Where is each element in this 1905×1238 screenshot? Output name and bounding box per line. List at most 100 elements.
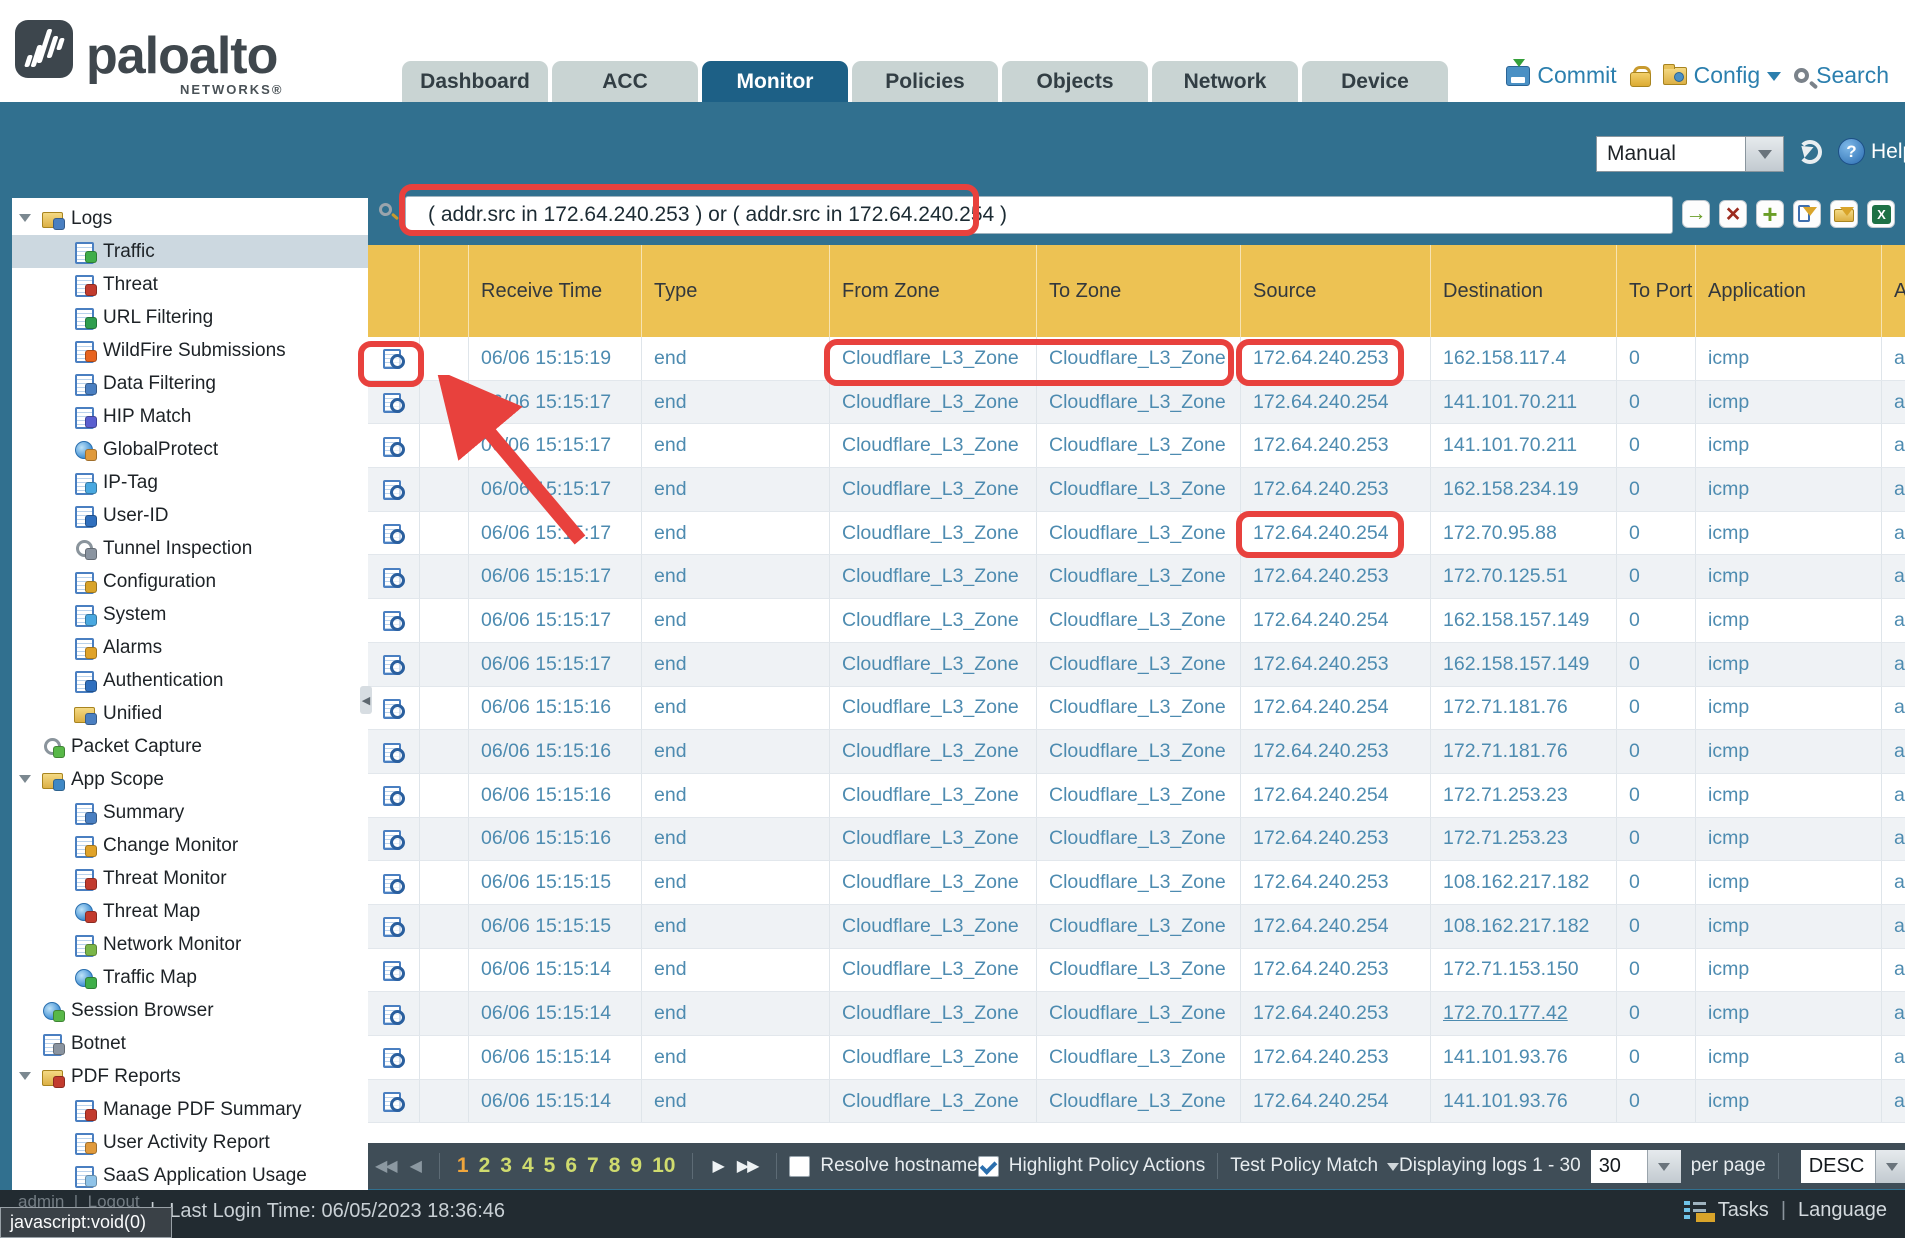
cell-action[interactable]: allow	[1881, 687, 1905, 730]
cell-type[interactable]: end	[641, 643, 829, 686]
cell-to_port[interactable]: 0	[1616, 468, 1695, 511]
cell-destination[interactable]: 141.101.93.76	[1430, 1080, 1616, 1123]
sort-order-select[interactable]: DESC	[1801, 1150, 1905, 1183]
cell-action[interactable]: allow	[1881, 774, 1905, 817]
sort-order-dropdown-button[interactable]	[1875, 1150, 1905, 1183]
cell-source[interactable]: 172.64.240.253	[1240, 424, 1430, 467]
cell-application[interactable]: icmp	[1695, 643, 1881, 686]
cell-source[interactable]: 172.64.240.254	[1240, 687, 1430, 730]
log-detail-icon[interactable]	[383, 1005, 404, 1023]
sidebar-item-url-filtering[interactable]: URL Filtering	[12, 301, 368, 334]
column-header-from-zone[interactable]: From Zone	[829, 245, 1036, 337]
cell-source[interactable]: 172.64.240.253	[1240, 861, 1430, 904]
sidebar-item-ip-tag[interactable]: IP-Tag	[12, 466, 368, 499]
log-detail-icon[interactable]	[383, 1092, 404, 1110]
cell-receive_time[interactable]: 06/06 15:15:17	[468, 381, 641, 424]
sidebar-item-authentication[interactable]: Authentication	[12, 664, 368, 697]
cell-destination[interactable]: 141.101.70.211	[1430, 424, 1616, 467]
apply-filter-icon[interactable]: →	[1682, 200, 1710, 228]
cell-source[interactable]: 172.64.240.254	[1240, 905, 1430, 948]
tab-objects[interactable]: Objects	[1002, 61, 1148, 102]
cell-to_zone[interactable]: Cloudflare_L3_Zone	[1036, 424, 1240, 467]
cell-to_port[interactable]: 0	[1616, 949, 1695, 992]
load-filter-icon[interactable]	[1830, 200, 1858, 228]
cell-destination[interactable]: 172.71.253.23	[1430, 818, 1616, 861]
column-header-to-port[interactable]: To Port	[1616, 245, 1695, 337]
cell-type[interactable]: end	[641, 555, 829, 598]
language-button[interactable]: Language	[1798, 1199, 1887, 1222]
cell-source[interactable]: 172.64.240.253	[1240, 555, 1430, 598]
cell-receive_time[interactable]: 06/06 15:15:17	[468, 599, 641, 642]
log-detail-icon[interactable]	[383, 830, 404, 848]
cell-to_zone[interactable]: Cloudflare_L3_Zone	[1036, 992, 1240, 1035]
cell-from_zone[interactable]: Cloudflare_L3_Zone	[829, 599, 1036, 642]
tree-expand-caret-icon[interactable]	[19, 214, 31, 228]
cell-to_port[interactable]: 0	[1616, 905, 1695, 948]
cell-type[interactable]: end	[641, 1036, 829, 1079]
cell-application[interactable]: icmp	[1695, 468, 1881, 511]
cell-action[interactable]: allow	[1881, 1080, 1905, 1123]
cell-application[interactable]: icmp	[1695, 774, 1881, 817]
cell-from_zone[interactable]: Cloudflare_L3_Zone	[829, 643, 1036, 686]
cell-type[interactable]: end	[641, 1080, 829, 1123]
cell-receive_time[interactable]: 06/06 15:15:17	[468, 512, 641, 555]
cell-to_port[interactable]: 0	[1616, 687, 1695, 730]
page-number-8[interactable]: 8	[609, 1154, 621, 1177]
sidebar-item-session-browser[interactable]: Session Browser	[12, 994, 368, 1027]
tab-acc[interactable]: ACC	[552, 61, 698, 102]
sidebar-item-user-id[interactable]: User-ID	[12, 499, 368, 532]
cell-application[interactable]: icmp	[1695, 337, 1881, 380]
cell-destination[interactable]: 172.71.181.76	[1430, 687, 1616, 730]
log-detail-icon[interactable]	[383, 786, 404, 804]
log-filter-input[interactable]	[405, 196, 1673, 234]
cell-destination[interactable]: 172.70.125.51	[1430, 555, 1616, 598]
cell-to_port[interactable]: 0	[1616, 555, 1695, 598]
sidebar-item-pdf-reports[interactable]: PDF Reports	[12, 1060, 368, 1093]
cell-receive_time[interactable]: 06/06 15:15:17	[468, 468, 641, 511]
cell-receive_time[interactable]: 06/06 15:15:14	[468, 949, 641, 992]
cell-destination[interactable]: 172.71.181.76	[1430, 730, 1616, 773]
column-header-receive-time[interactable]: Receive Time	[468, 245, 641, 337]
cell-type[interactable]: end	[641, 687, 829, 730]
sidebar-item-threat-monitor[interactable]: Threat Monitor	[12, 862, 368, 895]
tab-policies[interactable]: Policies	[852, 61, 998, 102]
cell-application[interactable]: icmp	[1695, 599, 1881, 642]
cell-from_zone[interactable]: Cloudflare_L3_Zone	[829, 424, 1036, 467]
column-header-type[interactable]: Type	[641, 245, 829, 337]
column-header-application[interactable]: Application	[1695, 245, 1881, 337]
cell-from_zone[interactable]: Cloudflare_L3_Zone	[829, 905, 1036, 948]
page-number-7[interactable]: 7	[587, 1154, 599, 1177]
cell-application[interactable]: icmp	[1695, 424, 1881, 467]
cell-destination[interactable]: 172.71.153.150	[1430, 949, 1616, 992]
cell-action[interactable]: allow	[1881, 818, 1905, 861]
cell-receive_time[interactable]: 06/06 15:15:17	[468, 555, 641, 598]
cell-receive_time[interactable]: 06/06 15:15:16	[468, 774, 641, 817]
cell-receive_time[interactable]: 06/06 15:15:14	[468, 992, 641, 1035]
cell-source[interactable]: 172.64.240.253	[1240, 730, 1430, 773]
cell-receive_time[interactable]: 06/06 15:15:16	[468, 687, 641, 730]
cell-from_zone[interactable]: Cloudflare_L3_Zone	[829, 1080, 1036, 1123]
sidebar-item-data-filtering[interactable]: Data Filtering	[12, 367, 368, 400]
cell-source[interactable]: 172.64.240.253	[1240, 818, 1430, 861]
help-button[interactable]: ? Help	[1838, 138, 1905, 165]
log-detail-icon[interactable]	[383, 874, 404, 892]
cell-to_zone[interactable]: Cloudflare_L3_Zone	[1036, 774, 1240, 817]
log-detail-icon[interactable]	[383, 393, 404, 411]
cell-type[interactable]: end	[641, 905, 829, 948]
cell-application[interactable]: icmp	[1695, 555, 1881, 598]
cell-to_zone[interactable]: Cloudflare_L3_Zone	[1036, 1080, 1240, 1123]
cell-to_port[interactable]: 0	[1616, 1080, 1695, 1123]
cell-to_zone[interactable]: Cloudflare_L3_Zone	[1036, 468, 1240, 511]
cell-destination[interactable]: 108.162.217.182	[1430, 905, 1616, 948]
cell-from_zone[interactable]: Cloudflare_L3_Zone	[829, 861, 1036, 904]
log-detail-icon[interactable]	[383, 524, 404, 542]
column-header-to-zone[interactable]: To Zone	[1036, 245, 1240, 337]
sidebar-item-threat[interactable]: Threat	[12, 268, 368, 301]
cell-type[interactable]: end	[641, 861, 829, 904]
per-page-select[interactable]: 30	[1591, 1150, 1681, 1183]
cell-receive_time[interactable]: 06/06 15:15:14	[468, 1080, 641, 1123]
cell-from_zone[interactable]: Cloudflare_L3_Zone	[829, 555, 1036, 598]
cell-receive_time[interactable]: 06/06 15:15:15	[468, 905, 641, 948]
page-number-5[interactable]: 5	[544, 1154, 556, 1177]
cell-destination[interactable]: 141.101.93.76	[1430, 1036, 1616, 1079]
